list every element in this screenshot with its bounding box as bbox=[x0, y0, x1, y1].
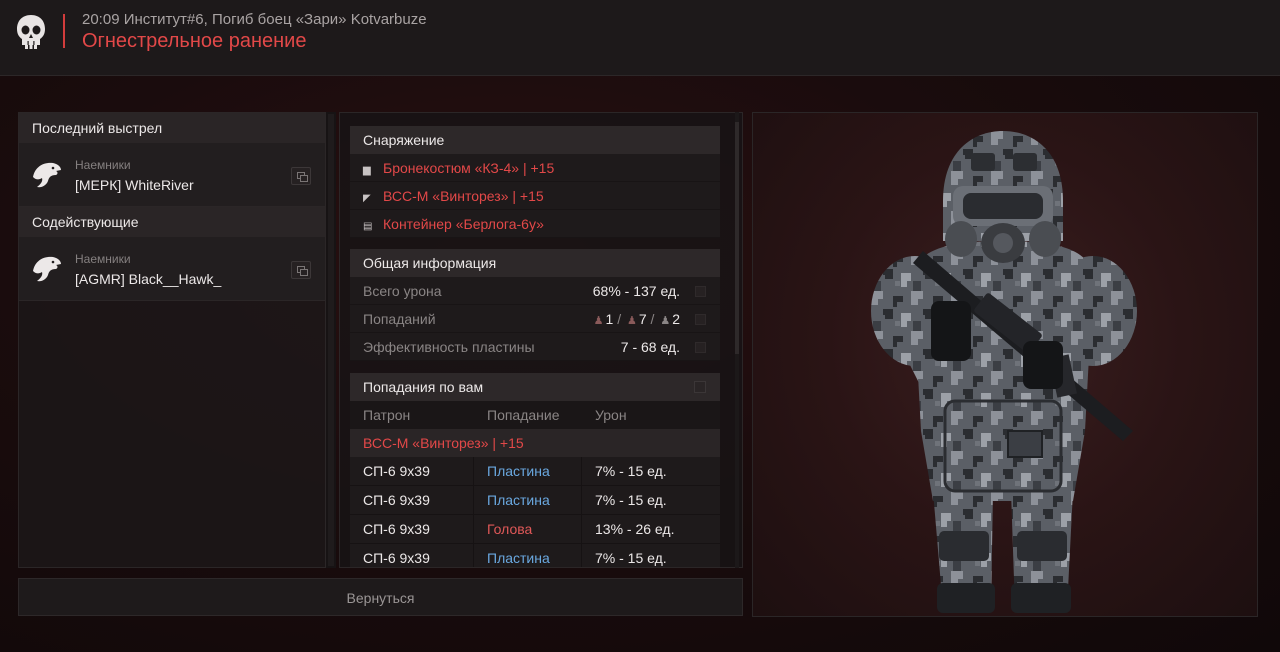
table-row: СП-6 9х39 Пластина 7% - 15 ед. bbox=[350, 486, 720, 515]
mercenaries-eagle-icon bbox=[33, 256, 61, 282]
container-icon: ▤ bbox=[363, 221, 373, 232]
assist-faction: Наемники bbox=[75, 252, 131, 266]
equipment-item-armor[interactable]: ▆ Бронекостюм «КЗ-4» | +15 bbox=[350, 154, 720, 182]
death-cause-title: Огнестрельное ранение bbox=[82, 30, 307, 52]
copy-icon[interactable] bbox=[291, 261, 311, 279]
hits-table-header: Патрон Попадание Урон bbox=[350, 401, 720, 429]
character-model-panel bbox=[752, 112, 1258, 617]
person-icon: ♟ bbox=[626, 315, 637, 327]
soldier-model-image bbox=[871, 131, 1137, 613]
person-icon: ♟ bbox=[660, 315, 671, 327]
top-bar: 20:09 Институт#6, Погиб боец «Зари» Kotv… bbox=[0, 0, 1280, 76]
col-hit: Попадание bbox=[487, 407, 560, 423]
total-damage-value: 68% - 137 ед. bbox=[592, 283, 680, 299]
col-damage: Урон bbox=[595, 407, 627, 423]
table-row: СП-6 9х39 Пластина 7% - 15 ед. bbox=[350, 544, 720, 567]
info-icon[interactable] bbox=[695, 342, 706, 353]
assist-row[interactable]: Наемники [AGMR] Black__Hawk_ bbox=[19, 237, 325, 301]
header-divider bbox=[63, 14, 65, 48]
weapon-group-row: ВСС-М «Винторез» | +15 bbox=[350, 429, 720, 457]
copy-icon[interactable] bbox=[291, 167, 311, 185]
hits-row: Попаданий ♟ 1 / ♟ 7 / ♟ 2 bbox=[350, 305, 720, 333]
hits-on-you-section: Попадания по вам Патрон Попадание Урон В… bbox=[350, 373, 720, 567]
general-info-section: Общая информация Всего урона 68% - 137 е… bbox=[350, 249, 720, 361]
equipment-section: Снаряжение ▆ Бронекостюм «КЗ-4» | +15 ◤ ВС… bbox=[350, 126, 720, 238]
assists-header: Содействующие bbox=[19, 207, 325, 237]
equipment-item-weapon[interactable]: ◤ ВСС-М «Винторез» | +15 bbox=[350, 182, 720, 210]
last-shot-header: Последний выстрел bbox=[19, 113, 325, 143]
killer-name: [МЕРК] WhiteRiver bbox=[75, 177, 194, 193]
back-button[interactable]: Вернуться bbox=[18, 578, 743, 616]
table-row: СП-6 9х39 Пластина 7% - 15 ед. bbox=[350, 457, 720, 486]
collapse-icon[interactable] bbox=[694, 381, 706, 393]
table-row: СП-6 9х39 Голова 13% - 26 ед. bbox=[350, 515, 720, 544]
info-icon[interactable] bbox=[695, 286, 706, 297]
assist-name: [AGMR] Black__Hawk_ bbox=[75, 271, 222, 287]
left-scrollbar[interactable] bbox=[326, 112, 336, 568]
mercenaries-eagle-icon bbox=[33, 162, 61, 188]
armor-icon: ▆ bbox=[363, 165, 371, 176]
hits-label: Попаданий bbox=[363, 311, 436, 327]
equipment-header: Снаряжение bbox=[350, 126, 720, 154]
rifle-icon: ◤ bbox=[363, 193, 371, 204]
total-damage-row: Всего урона 68% - 137 ед. bbox=[350, 277, 720, 305]
plate-efficiency-label: Эффективность пластины bbox=[363, 339, 535, 355]
hits-value: ♟ 1 / ♟ 7 / ♟ 2 bbox=[593, 311, 680, 327]
total-damage-label: Всего урона bbox=[363, 283, 442, 299]
killer-row[interactable]: Наемники [МЕРК] WhiteRiver bbox=[19, 143, 325, 207]
details-panel: Снаряжение ▆ Бронекостюм «КЗ-4» | +15 ◤ ВС… bbox=[339, 112, 743, 568]
col-ammo: Патрон bbox=[363, 407, 411, 423]
plate-efficiency-row: Эффективность пластины 7 - 68 ед. bbox=[350, 333, 720, 361]
death-info: 20:09 Институт#6, Погиб боец «Зари» Kotv… bbox=[82, 11, 427, 28]
details-scrollbar[interactable] bbox=[733, 112, 741, 568]
plate-efficiency-value: 7 - 68 ед. bbox=[620, 339, 680, 355]
info-icon[interactable] bbox=[695, 314, 706, 325]
skull-icon bbox=[17, 15, 45, 49]
killer-faction: Наемники bbox=[75, 158, 131, 172]
equipment-item-container[interactable]: ▤ Контейнер «Берлога-6у» bbox=[350, 210, 720, 238]
killers-panel: Последний выстрел Наемники [МЕРК] WhiteR… bbox=[18, 112, 326, 568]
general-info-header: Общая информация bbox=[350, 249, 720, 277]
person-icon: ♟ bbox=[593, 315, 604, 327]
hits-on-you-header: Попадания по вам bbox=[350, 373, 720, 401]
